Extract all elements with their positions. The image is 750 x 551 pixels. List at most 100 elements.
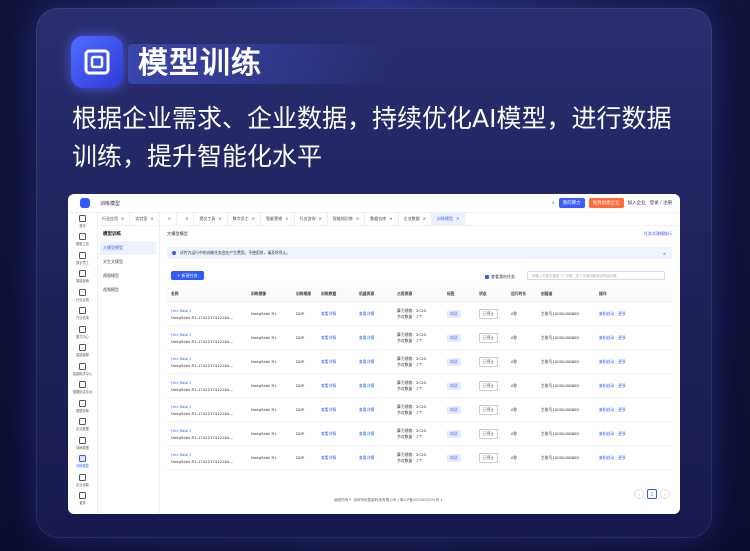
close-icon[interactable]: ×: [663, 251, 666, 256]
task-name-link[interactable]: Umi New 1: [171, 452, 246, 457]
task-name-link[interactable]: Umi New 1: [171, 380, 246, 385]
tab[interactable]: ×: [160, 212, 178, 225]
more-button[interactable]: 更多: [618, 455, 626, 460]
column-header: 名称: [167, 287, 247, 302]
subnav-item-text[interactable]: 文生文模型: [97, 255, 159, 269]
status-badge: 已停止: [479, 452, 499, 463]
join-company-link[interactable]: 加入企业: [628, 200, 646, 206]
close-tab-icon[interactable]: ×: [185, 216, 188, 221]
data-detail-link[interactable]: 查看详情: [321, 335, 336, 340]
data-detail-link[interactable]: 查看详情: [321, 407, 336, 412]
new-task-button[interactable]: + 新建任务: [171, 271, 204, 280]
task-name-link[interactable]: Umi New 1: [171, 356, 246, 361]
sidebar-item[interactable]: 数字员工: [68, 249, 97, 268]
login-link[interactable]: 登录 / 注册: [650, 200, 672, 206]
close-tab-icon[interactable]: ×: [252, 216, 255, 221]
nav-icon: [79, 288, 86, 296]
sidebar-item[interactable]: 智能客服: [68, 342, 97, 361]
sidebar-item[interactable]: 智能助手中心: [68, 360, 97, 379]
machine-detail-link[interactable]: 查看详情: [359, 407, 374, 412]
task-name-link[interactable]: Umi New 1: [171, 308, 246, 313]
copy-start-button[interactable]: 复制启动: [599, 335, 614, 340]
copy-start-button[interactable]: 复制启动: [599, 455, 614, 460]
task-name-link[interactable]: Umi New 1: [171, 404, 246, 409]
guide-link[interactable]: 任务式建模推行: [644, 231, 672, 237]
more-button[interactable]: 更多: [618, 335, 626, 340]
create-company-button[interactable]: 免费创建企业: [588, 198, 624, 208]
subnav-item-vision[interactable]: 视图模型: [97, 269, 159, 283]
tab[interactable]: ×: [177, 212, 195, 225]
close-tab-icon[interactable]: ×: [121, 216, 124, 221]
more-button[interactable]: 更多: [618, 407, 626, 412]
subnav-item-llm[interactable]: 大模型模型: [100, 241, 156, 255]
sidebar-item[interactable]: 企业设置: [68, 471, 97, 490]
tab[interactable]: 智能营销 ×: [261, 212, 295, 225]
task-name-link[interactable]: Umi New 1: [171, 332, 246, 337]
tag-badge: 对话: [447, 333, 461, 342]
copy-start-button[interactable]: 复制启动: [599, 383, 614, 388]
task-name-link[interactable]: Umi New 1: [171, 428, 246, 433]
sidebar-label: 数力中心: [76, 334, 89, 339]
nav-icon: [79, 307, 86, 315]
search-icon[interactable]: ⌕: [552, 200, 555, 206]
sidebar-label: 首页: [79, 223, 86, 228]
close-tab-icon[interactable]: ×: [218, 216, 221, 221]
close-tab-icon[interactable]: ×: [150, 216, 153, 221]
tab[interactable]: 数据仓库 ×: [365, 212, 399, 225]
copy-start-button[interactable]: 复制启动: [599, 311, 614, 316]
my-tasks-checkbox[interactable]: 查看我的任务: [485, 274, 515, 280]
machine-detail-link[interactable]: 查看详情: [359, 335, 374, 340]
sidebar-item[interactable]: 行业咨询: [68, 305, 97, 324]
sidebar-item[interactable]: 首页: [68, 212, 97, 231]
tab[interactable]: 训练模型 ×: [431, 212, 466, 225]
sidebar-item[interactable]: 训练模型: [68, 453, 97, 472]
more-button[interactable]: 更多: [618, 359, 626, 364]
close-tab-icon[interactable]: ×: [356, 216, 359, 221]
data-detail-link[interactable]: 查看详情: [321, 311, 336, 316]
sidebar-item[interactable]: 行业应用: [68, 286, 97, 305]
tab[interactable]: 提交工具 ×: [194, 212, 228, 225]
machine-detail-link[interactable]: 查看详情: [359, 311, 374, 316]
data-detail-link[interactable]: 查看详情: [321, 383, 336, 388]
tab[interactable]: 行业咨询 ×: [295, 212, 328, 225]
tab[interactable]: 实验室 ×: [130, 212, 160, 225]
data-detail-link[interactable]: 查看详情: [321, 431, 336, 436]
sidebar-item[interactable]: 数力中心: [68, 323, 97, 342]
copy-start-button[interactable]: 复制启动: [599, 431, 614, 436]
tab[interactable]: 行业应用 ×: [97, 212, 131, 225]
status-badge: 已停止: [479, 332, 499, 343]
search-input[interactable]: 请输入关键字搜索 "/" 分隔，多个关键词使用回车键分隔: [527, 271, 665, 280]
machine-detail-link[interactable]: 查看详情: [359, 455, 374, 460]
close-tab-icon[interactable]: ×: [285, 216, 288, 221]
sidebar-item[interactable]: 数据标注平台: [68, 379, 97, 398]
more-button[interactable]: 更多: [618, 383, 626, 388]
tab[interactable]: 智能知识库 ×: [328, 212, 366, 225]
checkbox-icon[interactable]: [485, 275, 489, 279]
sidebar-item[interactable]: 训练数据: [68, 434, 97, 453]
copy-start-button[interactable]: 复制启动: [599, 359, 614, 364]
tab[interactable]: 数字员工 ×: [228, 212, 262, 225]
copy-start-button[interactable]: 复制启动: [599, 407, 614, 412]
close-tab-icon[interactable]: ×: [456, 216, 459, 221]
sidebar-item[interactable]: 数据仓库: [68, 397, 97, 416]
close-tab-icon[interactable]: ×: [389, 216, 392, 221]
more-button[interactable]: 更多: [618, 311, 626, 316]
sidebar-item[interactable]: 更多: [68, 490, 97, 509]
more-button[interactable]: 更多: [618, 431, 626, 436]
close-tab-icon[interactable]: ×: [168, 216, 171, 221]
close-tab-icon[interactable]: ×: [319, 216, 322, 221]
machine-detail-link[interactable]: 查看详情: [359, 383, 374, 388]
tab[interactable]: 企业数据 ×: [399, 212, 432, 225]
sidebar-item[interactable]: 智能营销: [68, 268, 97, 287]
subnav-item-video[interactable]: 视频模型: [97, 283, 159, 297]
data-detail-link[interactable]: 查看详情: [321, 359, 336, 364]
data-detail-link[interactable]: 查看详情: [321, 455, 336, 460]
machine-detail-link[interactable]: 查看详情: [359, 431, 374, 436]
sidebar-item[interactable]: 模型工具: [68, 231, 97, 250]
compute-button[interactable]: 我的算力: [558, 198, 585, 208]
framework-cell: DDP: [296, 407, 305, 412]
close-tab-icon[interactable]: ×: [423, 216, 426, 221]
sidebar-item[interactable]: 企业数据: [68, 416, 97, 435]
resource-nodes: 节点数量：1个: [397, 457, 423, 463]
machine-detail-link[interactable]: 查看详情: [359, 359, 374, 364]
